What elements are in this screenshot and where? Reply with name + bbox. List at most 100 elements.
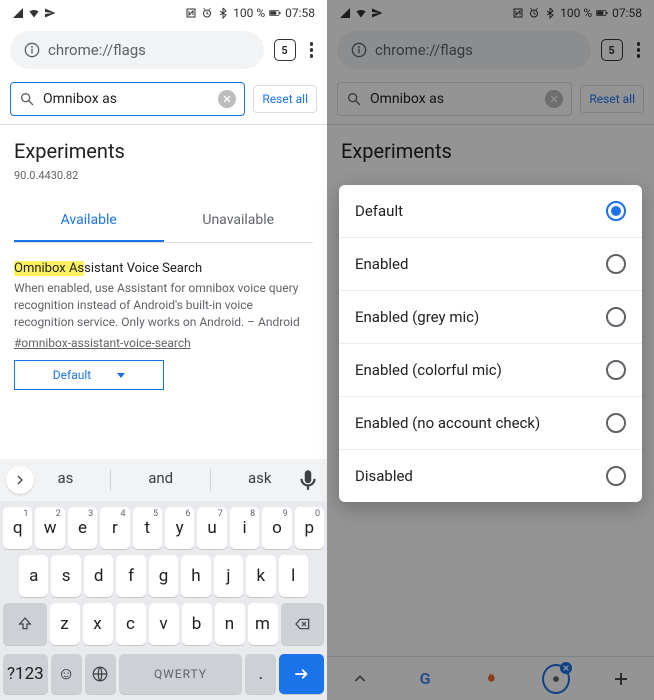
key-k[interactable]: k [246,555,275,597]
radio-icon [606,254,626,274]
voice-input-icon[interactable] [295,467,321,493]
key-e[interactable]: e3 [68,507,97,549]
nav-fire[interactable] [476,665,504,693]
flag-value-label: Default [53,368,91,382]
key-n[interactable]: n [215,603,245,645]
dropdown-option[interactable]: Enabled [339,238,642,291]
key-period[interactable]: . [245,654,276,694]
tab-unavailable[interactable]: Unavailable [164,200,314,242]
nav-up[interactable] [346,665,374,693]
chrome-version: 90.0.4430.82 [14,169,313,182]
key-d[interactable]: d [84,555,113,597]
reset-all-button[interactable]: Reset all [580,85,644,113]
url-text: chrome://flags [48,41,146,59]
key-q[interactable]: q1 [3,507,32,549]
chevron-down-icon [117,373,125,378]
key-b[interactable]: b [182,603,212,645]
clear-search-button[interactable] [545,90,563,108]
search-icon [346,91,362,107]
key-g[interactable]: g [149,555,178,597]
alarm-icon [528,7,540,19]
dropdown-option[interactable]: Enabled (no account check) [339,397,642,450]
suggestion-1[interactable]: as [47,469,83,491]
key-i[interactable]: i8 [230,507,259,549]
flags-search-input[interactable]: Omnibox as [10,82,245,116]
key-z[interactable]: z [50,603,80,645]
key-enter[interactable] [279,654,324,694]
dropdown-option[interactable]: Default [339,185,642,238]
key-a[interactable]: a [19,555,48,597]
keyboard: as and ask q1w2e3r4t5y6u7i8o9p0 asdfghjk… [0,459,327,700]
suggestion-3[interactable]: ask [238,469,282,491]
dropdown-option[interactable]: Enabled (colorful mic) [339,344,642,397]
search-query-text: Omnibox as [370,91,537,107]
more-menu[interactable] [306,38,318,62]
dropdown-option[interactable]: Enabled (grey mic) [339,291,642,344]
key-w[interactable]: w2 [35,507,64,549]
flag-value-dropdown[interactable]: Default [14,360,164,390]
url-input[interactable]: chrome://flags [10,31,264,69]
dropdown-option-label: Enabled (grey mic) [355,308,479,326]
key-language[interactable] [85,654,116,694]
key-p[interactable]: p0 [295,507,324,549]
bluetooth-icon [544,7,556,19]
flags-search-input[interactable]: Omnibox as [337,82,572,116]
experiments-heading: Experiments [341,139,640,163]
more-menu[interactable] [633,38,645,62]
key-shift[interactable] [3,603,47,645]
key-r[interactable]: r4 [100,507,129,549]
reset-all-button[interactable]: Reset all [253,85,317,113]
clock-text: 07:58 [285,6,315,20]
clear-search-button[interactable] [218,90,236,108]
suggestion-2[interactable]: and [138,469,183,491]
wifi-icon [28,7,40,19]
expand-toolbar-button[interactable] [6,466,34,494]
key-h[interactable]: h [181,555,210,597]
tab-switcher[interactable]: 5 [601,39,623,61]
dropdown-option-label: Enabled [355,255,408,273]
experiments-body: Experiments [327,125,654,169]
flag-title: Omnibox Assistant Voice Search [14,261,313,276]
url-input[interactable]: chrome://flags [337,31,591,69]
flag-anchor[interactable]: #omnibox-assistant-voice-search [14,336,313,350]
dropdown-option-label: Default [355,202,403,220]
phone-right: 100 % 07:58 chrome://flags 5 Omnibox as … [327,0,654,700]
key-x[interactable]: x [83,603,113,645]
key-space[interactable]: QWERTY [119,654,243,694]
plus-icon [612,670,630,688]
radio-icon [606,360,626,380]
dropdown-option-label: Enabled (colorful mic) [355,361,502,379]
dropdown-option[interactable]: Disabled [339,450,642,502]
experiments-body: Experiments 90.0.4430.82 Available Unava… [0,125,327,398]
flags-search-row: Omnibox as Reset all [0,74,327,125]
key-m[interactable]: m [248,603,278,645]
key-l[interactable]: l [279,555,308,597]
fire-icon [482,671,498,687]
key-o[interactable]: o9 [262,507,291,549]
key-t[interactable]: t5 [133,507,162,549]
search-icon [19,91,35,107]
info-icon [351,42,367,58]
tab-available[interactable]: Available [14,200,164,242]
key-backspace[interactable] [281,603,325,645]
tab-switcher[interactable]: 5 [274,39,296,61]
key-emoji[interactable]: ☺ [51,654,82,694]
key-j[interactable]: j [214,555,243,597]
radio-icon [606,307,626,327]
radio-icon [606,466,626,486]
nav-add[interactable] [607,665,635,693]
nav-google[interactable]: G [411,665,439,693]
chevron-up-icon [352,671,368,687]
key-symbols[interactable]: ?123 [3,654,48,694]
key-f[interactable]: f [116,555,145,597]
key-v[interactable]: v [149,603,179,645]
bluetooth-icon [217,7,229,19]
info-icon [24,42,40,58]
key-u[interactable]: u7 [197,507,226,549]
key-s[interactable]: s [51,555,80,597]
status-bar: 100 % 07:58 [327,0,654,26]
flag-tabs: Available Unavailable [14,200,313,243]
nav-active[interactable] [542,665,570,693]
key-y[interactable]: y6 [165,507,194,549]
key-c[interactable]: c [116,603,146,645]
